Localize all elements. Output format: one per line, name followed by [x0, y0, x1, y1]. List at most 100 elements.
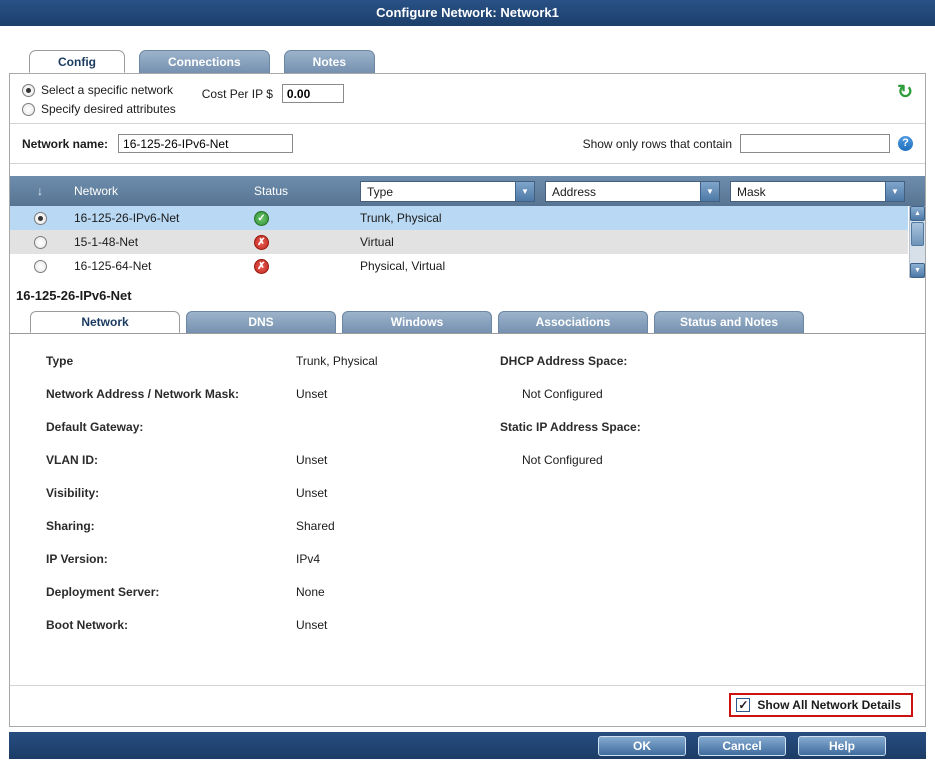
detail-row: Sharing: Shared [46, 519, 486, 552]
status-ok-icon: ✓ [254, 211, 269, 226]
table-scrollbar[interactable]: ▲ ▼ [909, 206, 925, 278]
tab-status-and-notes[interactable]: Status and Notes [654, 311, 804, 333]
status-error-icon: ✗ [254, 259, 269, 274]
scrollbar-thumb[interactable] [911, 222, 924, 246]
network-column-header[interactable]: Network [70, 184, 250, 198]
row-network-name: 15-1-48-Net [70, 235, 250, 249]
type-filter-dropdown[interactable]: Type ▼ [360, 181, 535, 202]
mask-filter-box[interactable]: Mask ▼ [730, 181, 905, 202]
row-network-type: Physical, Virtual [360, 259, 535, 273]
table-row[interactable]: 16-125-64-Net ✗ Physical, Virtual [10, 254, 908, 278]
table-row[interactable]: 15-1-48-Net ✗ Virtual [10, 230, 908, 254]
detail-row: Type Trunk, Physical [46, 354, 486, 387]
main-tab-bar: Config Connections Notes [29, 50, 926, 73]
show-all-details-label: Show All Network Details [757, 698, 901, 712]
sort-arrow-icon[interactable]: ↓ [37, 184, 43, 198]
detail-value: Unset [296, 453, 327, 467]
radio-row-specific-network[interactable]: Select a specific network [22, 83, 176, 97]
detail-row: VLAN ID: Unset [46, 453, 486, 486]
static-ip-address-space-label: Static IP Address Space: [500, 420, 641, 453]
help-icon[interactable]: ? [898, 136, 913, 151]
type-filter-box[interactable]: Type ▼ [360, 181, 535, 202]
tab-associations[interactable]: Associations [498, 311, 648, 333]
table-row[interactable]: 16-125-26-IPv6-Net ✓ Trunk, Physical [10, 206, 908, 230]
refresh-icon[interactable]: ↻ [897, 83, 913, 102]
dialog-body: Config Connections Notes Select a specif… [0, 50, 935, 759]
network-name-label: Network name: [22, 137, 108, 151]
cancel-button[interactable]: Cancel [698, 736, 786, 756]
row-network-type: Trunk, Physical [360, 211, 535, 225]
detail-label: Type [46, 354, 296, 368]
detail-row: Default Gateway: [46, 420, 486, 453]
cost-per-ip-group: Cost Per IP $ [202, 84, 344, 103]
chevron-down-icon[interactable]: ▼ [515, 182, 534, 201]
row-network-name: 16-125-64-Net [70, 259, 250, 273]
row-network-name: 16-125-26-IPv6-Net [70, 211, 250, 225]
dhcp-address-space-value: Not Configured [500, 387, 641, 420]
chevron-down-icon[interactable]: ▼ [885, 182, 904, 201]
tab-connections[interactable]: Connections [139, 50, 270, 73]
detail-value: Unset [296, 387, 327, 401]
help-button[interactable]: Help [798, 736, 886, 756]
detail-bottom-bar: ✓ Show All Network Details [10, 685, 925, 726]
detail-left-column: Type Trunk, Physical Network Address / N… [46, 354, 486, 651]
detail-label: Visibility: [46, 486, 296, 500]
chevron-down-icon[interactable]: ▼ [700, 182, 719, 201]
show-all-details-annotation[interactable]: ✓ Show All Network Details [729, 693, 913, 717]
cost-per-ip-label: Cost Per IP $ [202, 87, 273, 101]
mask-filter-dropdown[interactable]: Mask ▼ [730, 181, 905, 202]
ok-button[interactable]: OK [598, 736, 686, 756]
detail-label: VLAN ID: [46, 453, 296, 467]
detail-row: Deployment Server: None [46, 585, 486, 618]
select-specific-network-radio[interactable] [22, 84, 35, 97]
status-column-header[interactable]: Status [250, 184, 360, 198]
address-filter-box[interactable]: Address ▼ [545, 181, 720, 202]
detail-value: Unset [296, 618, 327, 632]
detail-label: Deployment Server: [46, 585, 296, 599]
network-selection-options: Select a specific network Specify desire… [10, 74, 925, 124]
row-filter-label: Show only rows that contain [583, 137, 732, 151]
scroll-up-icon[interactable]: ▲ [910, 206, 925, 221]
radio-group: Select a specific network Specify desire… [22, 83, 176, 116]
sort-column-header[interactable]: ↓ [10, 184, 70, 198]
network-name-section: Network name: Show only rows that contai… [10, 124, 925, 164]
tab-network[interactable]: Network [30, 311, 180, 333]
status-error-icon: ✗ [254, 235, 269, 250]
network-detail-panel: Type Trunk, Physical Network Address / N… [10, 334, 925, 657]
specify-attributes-label: Specify desired attributes [41, 102, 176, 116]
address-filter-dropdown[interactable]: Address ▼ [545, 181, 720, 202]
detail-value: Shared [296, 519, 335, 533]
row-select-radio[interactable] [34, 236, 47, 249]
tab-windows[interactable]: Windows [342, 311, 492, 333]
tab-notes[interactable]: Notes [284, 50, 375, 73]
show-all-details-checkbox[interactable]: ✓ [736, 698, 750, 712]
detail-label: IP Version: [46, 552, 296, 566]
detail-value: Trunk, Physical [296, 354, 378, 368]
detail-row: Boot Network: Unset [46, 618, 486, 651]
specify-attributes-radio[interactable] [22, 103, 35, 116]
row-filter-group: Show only rows that contain ? [583, 134, 913, 153]
detail-tab-bar: Network DNS Windows Associations Status … [10, 311, 925, 334]
row-filter-input[interactable] [740, 134, 890, 153]
network-name-input[interactable] [118, 134, 293, 153]
address-filter-value: Address [546, 182, 700, 201]
detail-row: Network Address / Network Mask: Unset [46, 387, 486, 420]
mask-filter-value: Mask [731, 182, 885, 201]
row-select-radio[interactable] [34, 212, 47, 225]
row-network-type: Virtual [360, 235, 535, 249]
type-filter-value: Type [361, 182, 515, 201]
dialog-footer: OK Cancel Help [9, 732, 926, 759]
static-ip-address-space-value: Not Configured [500, 453, 641, 486]
tab-config[interactable]: Config [29, 50, 125, 73]
detail-label: Sharing: [46, 519, 296, 533]
detail-row: IP Version: IPv4 [46, 552, 486, 585]
radio-row-desired-attributes[interactable]: Specify desired attributes [22, 102, 176, 116]
row-select-radio[interactable] [34, 260, 47, 273]
scroll-down-icon[interactable]: ▼ [910, 263, 925, 278]
detail-value: Unset [296, 486, 327, 500]
dialog-title: Configure Network: Network1 [376, 5, 559, 20]
detail-row: Visibility: Unset [46, 486, 486, 519]
cost-per-ip-input[interactable] [282, 84, 344, 103]
tab-dns[interactable]: DNS [186, 311, 336, 333]
selected-network-heading: 16-125-26-IPv6-Net [10, 278, 925, 311]
